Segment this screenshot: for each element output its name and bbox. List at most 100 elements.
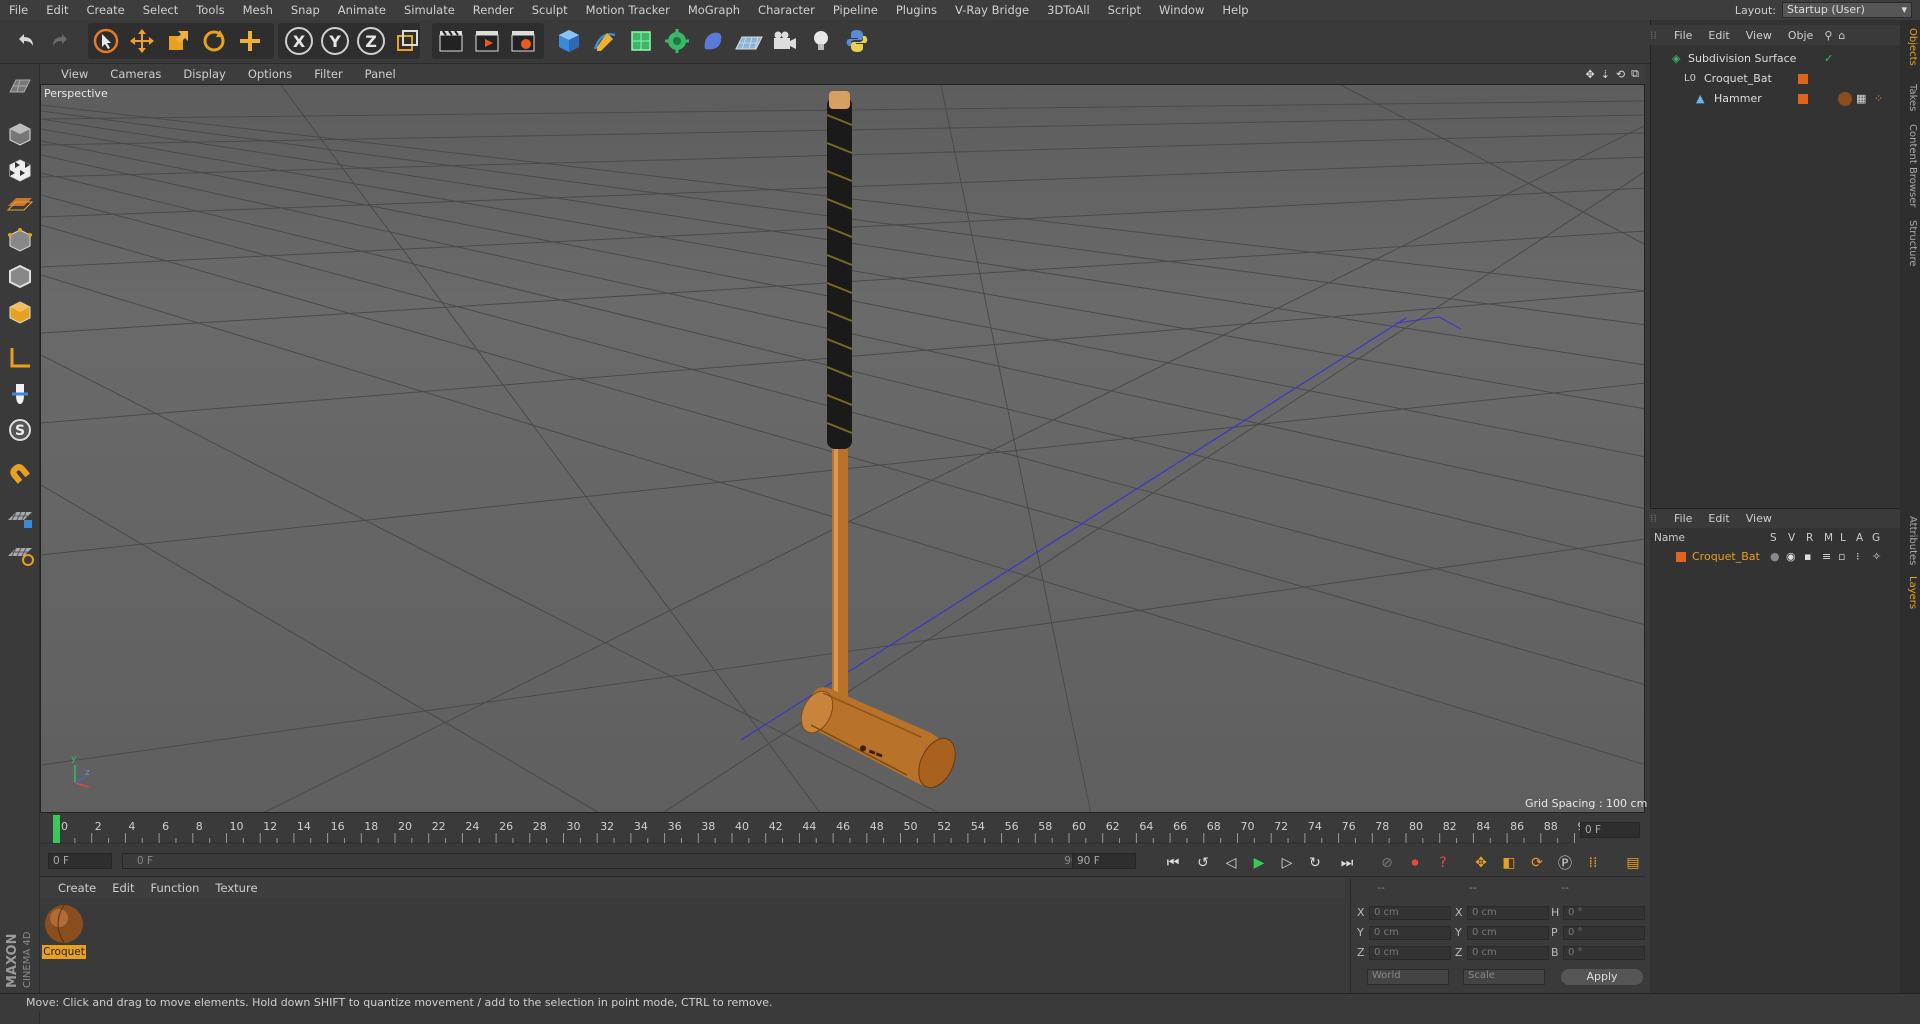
menu-mesh[interactable]: Mesh bbox=[234, 0, 282, 20]
record-active-icon[interactable]: ⏺ bbox=[1404, 852, 1426, 874]
rotate-icon[interactable] bbox=[198, 25, 230, 57]
side-tab-structure[interactable]: Structure bbox=[1902, 220, 1918, 267]
side-tab-takes[interactable]: Takes bbox=[1902, 84, 1918, 111]
subdivision-surface-icon[interactable] bbox=[625, 25, 657, 57]
locked-workplane-icon[interactable] bbox=[4, 502, 36, 534]
om-search-icon[interactable]: ⚲ bbox=[1821, 29, 1835, 42]
coordinate-system-icon[interactable] bbox=[391, 25, 423, 57]
menu-window[interactable]: Window bbox=[1150, 0, 1213, 20]
layer-generator-toggle[interactable]: ✧ bbox=[1872, 548, 1881, 566]
timeline-window-icon[interactable]: ▤ bbox=[1622, 852, 1644, 874]
deformer-icon[interactable] bbox=[697, 25, 729, 57]
polygons-mode-icon[interactable] bbox=[4, 296, 36, 328]
points-mode-icon[interactable] bbox=[4, 224, 36, 256]
viewport-zoom-icon[interactable]: ⇣ bbox=[1598, 68, 1613, 81]
menu-render[interactable]: Render bbox=[464, 0, 523, 20]
menu-help[interactable]: Help bbox=[1213, 0, 1257, 20]
record-disabled-icon[interactable]: ⊘ bbox=[1376, 852, 1398, 874]
planar-workplane-icon[interactable] bbox=[4, 538, 36, 570]
layout-dropdown[interactable]: Startup (User) bbox=[1782, 2, 1912, 18]
key-parameter-icon[interactable]: Ⓟ bbox=[1554, 852, 1576, 874]
om-menu-view[interactable]: View bbox=[1738, 29, 1780, 42]
subdivision-enabled-check[interactable]: ✓ bbox=[1824, 50, 1833, 68]
layer-manager-toggle[interactable]: ≡ bbox=[1822, 548, 1831, 566]
light-icon[interactable] bbox=[805, 25, 837, 57]
current-frame-field[interactable]: 0 F bbox=[1580, 822, 1640, 838]
workplane-icon[interactable] bbox=[4, 188, 36, 220]
viewport-menu-filter[interactable]: Filter bbox=[303, 67, 353, 81]
previous-key-icon[interactable]: ↺ bbox=[1192, 852, 1214, 874]
menu-motion-tracker[interactable]: Motion Tracker bbox=[577, 0, 679, 20]
layer-name[interactable]: Croquet_Bat bbox=[1692, 548, 1760, 566]
menu-tools[interactable]: Tools bbox=[187, 0, 233, 20]
pos-z-field[interactable]: 0 cm bbox=[1369, 946, 1451, 960]
recent-tool-icon[interactable] bbox=[234, 25, 266, 57]
object-row-hammer[interactable]: ▲ Hammer ▦ ⁘ bbox=[1650, 90, 1900, 108]
menu-edit[interactable]: Edit bbox=[37, 0, 77, 20]
pos-x-field[interactable]: 0 cm bbox=[1369, 906, 1451, 920]
key-pla-icon[interactable]: ⁞⁞ bbox=[1582, 852, 1604, 874]
side-tab-attributes[interactable]: Attributes bbox=[1902, 516, 1918, 565]
menu-snap[interactable]: Snap bbox=[282, 0, 329, 20]
size-z-field[interactable]: 0 cm bbox=[1467, 946, 1549, 960]
menu-pipeline[interactable]: Pipeline bbox=[824, 0, 887, 20]
go-to-start-icon[interactable]: ⏮ bbox=[1162, 852, 1184, 874]
viewport-menu-panel[interactable]: Panel bbox=[354, 67, 407, 81]
floor-icon[interactable] bbox=[733, 25, 765, 57]
python-icon[interactable] bbox=[841, 25, 873, 57]
make-editable-icon[interactable] bbox=[4, 70, 36, 102]
pen-spline-icon[interactable] bbox=[589, 25, 621, 57]
viewport-move-icon[interactable]: ✥ bbox=[1582, 68, 1597, 81]
menu-create[interactable]: Create bbox=[78, 0, 134, 20]
menu-vray-bridge[interactable]: V-Ray Bridge bbox=[946, 0, 1038, 20]
material-menu-create[interactable]: Create bbox=[50, 881, 104, 895]
menu-3dtoall[interactable]: 3DToAll bbox=[1038, 0, 1099, 20]
render-view-icon[interactable] bbox=[435, 25, 467, 57]
viewport-maximize-icon[interactable]: ⧉ bbox=[1628, 67, 1645, 81]
menu-animate[interactable]: Animate bbox=[329, 0, 395, 20]
y-axis-lock[interactable]: Y bbox=[319, 25, 351, 57]
next-frame-icon[interactable]: ▷ bbox=[1276, 852, 1298, 874]
menu-file[interactable]: File bbox=[0, 0, 37, 20]
live-selection-icon[interactable] bbox=[90, 25, 122, 57]
x-axis-lock[interactable]: X bbox=[283, 25, 315, 57]
next-key-icon[interactable]: ↻ bbox=[1304, 852, 1326, 874]
3d-viewport[interactable]: ● ▬▬ y z bbox=[40, 84, 1645, 813]
start-frame-field[interactable]: 0 F bbox=[48, 853, 112, 869]
object-row-croquet-bat[interactable]: L0 Croquet_Bat bbox=[1650, 70, 1900, 88]
croquet-mallet-model[interactable]: ● ▬▬ bbox=[795, 91, 962, 793]
menu-script[interactable]: Script bbox=[1099, 0, 1150, 20]
layer-color-icon[interactable] bbox=[1676, 552, 1686, 562]
key-rotation-icon[interactable]: ⟳ bbox=[1526, 852, 1548, 874]
layer-color-swatch[interactable] bbox=[1798, 74, 1808, 84]
menu-plugins[interactable]: Plugins bbox=[887, 0, 946, 20]
mograph-cloner-icon[interactable] bbox=[661, 25, 693, 57]
layer-animation-toggle[interactable]: ⁝ bbox=[1856, 548, 1860, 566]
layer-view-toggle[interactable]: ◉ bbox=[1786, 548, 1796, 566]
key-scale-icon[interactable]: ◧ bbox=[1498, 852, 1520, 874]
menu-character[interactable]: Character bbox=[749, 0, 824, 20]
material-tag-icon[interactable] bbox=[1838, 92, 1852, 106]
snap-icon[interactable]: S bbox=[4, 414, 36, 446]
autokey-icon[interactable]: ? bbox=[1432, 852, 1454, 874]
object-row-subdivision-surface[interactable]: ◈ Subdivision Surface ✓ bbox=[1650, 50, 1900, 68]
axis-mode-icon[interactable] bbox=[4, 342, 36, 374]
side-tab-objects[interactable]: Objects bbox=[1902, 28, 1918, 66]
rot-b-field[interactable]: 0 ° bbox=[1563, 946, 1645, 960]
texture-mode-icon[interactable] bbox=[4, 154, 36, 186]
tweak-mode-icon[interactable] bbox=[4, 378, 36, 410]
timeline-ruler[interactable]: 0 2 4 6 8 10 12 14 16 18 20 22 24 26 28 30 32 34 36 38 40 42 4… bbox=[40, 813, 1645, 847]
lm-menu-file[interactable]: File bbox=[1666, 512, 1700, 525]
undo-icon[interactable] bbox=[10, 25, 42, 57]
key-position-icon[interactable]: ✥ bbox=[1470, 852, 1492, 874]
lm-menu-edit[interactable]: Edit bbox=[1700, 512, 1737, 525]
material-menu-texture[interactable]: Texture bbox=[207, 881, 265, 895]
move-icon[interactable] bbox=[126, 25, 158, 57]
edges-mode-icon[interactable] bbox=[4, 260, 36, 292]
apply-button[interactable]: Apply bbox=[1561, 969, 1643, 985]
go-to-end-icon[interactable]: ⏭ bbox=[1336, 852, 1358, 874]
play-icon[interactable]: ▶ bbox=[1248, 852, 1270, 874]
end-frame-field[interactable]: 90 F bbox=[1072, 853, 1136, 869]
coord-system-dropdown[interactable]: World bbox=[1367, 969, 1449, 985]
rot-p-field[interactable]: 0 ° bbox=[1563, 926, 1645, 940]
